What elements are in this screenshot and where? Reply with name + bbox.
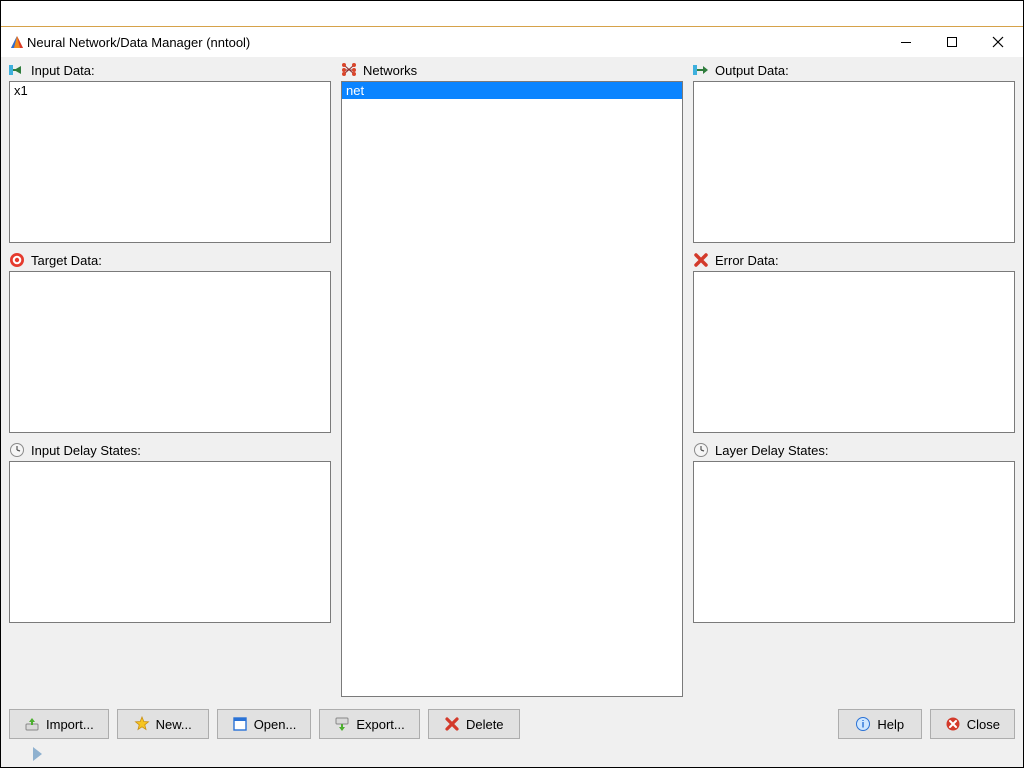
import-button[interactable]: Import... [9, 709, 109, 739]
output-arrow-icon [693, 62, 709, 78]
input-delay-panel: Input Delay States: [9, 441, 331, 623]
decor-separator [1, 1, 1023, 27]
client-area: Input Data: x1 [1, 57, 1023, 767]
error-x-icon [693, 252, 709, 268]
close-button[interactable]: Close [930, 709, 1015, 739]
minimize-button[interactable] [883, 27, 929, 57]
list-item[interactable]: x1 [10, 82, 330, 99]
app-icon [9, 34, 25, 50]
titlebar: Neural Network/Data Manager (nntool) [1, 27, 1023, 57]
networks-panel: Networks net [341, 61, 683, 697]
close-icon [945, 716, 961, 732]
input-data-label: Input Data: [31, 63, 95, 78]
open-button[interactable]: Open... [217, 709, 312, 739]
target-data-panel: Target Data: [9, 251, 331, 433]
export-button[interactable]: Export... [319, 709, 419, 739]
export-icon [334, 716, 350, 732]
export-button-label: Export... [356, 717, 404, 732]
open-button-label: Open... [254, 717, 297, 732]
output-data-label: Output Data: [715, 63, 789, 78]
input-delay-label: Input Delay States: [31, 443, 141, 458]
layer-delay-panel: Layer Delay States: [693, 441, 1015, 623]
clock-icon [9, 442, 25, 458]
help-icon: i [855, 716, 871, 732]
networks-list[interactable]: net [341, 81, 683, 697]
clock-icon [693, 442, 709, 458]
import-button-label: Import... [46, 717, 94, 732]
output-data-list[interactable] [693, 81, 1015, 243]
window-title: Neural Network/Data Manager (nntool) [25, 35, 883, 50]
error-data-panel: Error Data: [693, 251, 1015, 433]
input-data-list[interactable]: x1 [9, 81, 331, 243]
layer-delay-label: Layer Delay States: [715, 443, 828, 458]
new-star-icon [134, 716, 150, 732]
delete-x-icon [444, 716, 460, 732]
output-data-panel: Output Data: [693, 61, 1015, 243]
input-arrow-icon [9, 62, 25, 78]
close-window-button[interactable] [975, 27, 1021, 57]
svg-text:i: i [862, 720, 865, 731]
hint-triangle-icon [33, 747, 42, 761]
layer-delay-list[interactable] [693, 461, 1015, 623]
error-data-label: Error Data: [715, 253, 779, 268]
networks-label: Networks [363, 63, 417, 78]
target-data-label: Target Data: [31, 253, 102, 268]
button-bar: Import... New... Open... [7, 705, 1017, 741]
import-icon [24, 716, 40, 732]
new-button[interactable]: New... [117, 709, 209, 739]
target-data-list[interactable] [9, 271, 331, 433]
target-icon [9, 252, 25, 268]
maximize-button[interactable] [929, 27, 975, 57]
error-data-list[interactable] [693, 271, 1015, 433]
delete-button-label: Delete [466, 717, 504, 732]
new-button-label: New... [156, 717, 192, 732]
close-button-label: Close [967, 717, 1000, 732]
help-button-label: Help [877, 717, 904, 732]
list-item[interactable]: net [342, 82, 682, 99]
delete-button[interactable]: Delete [428, 709, 520, 739]
input-delay-list[interactable] [9, 461, 331, 623]
network-icon [341, 62, 357, 78]
input-data-panel: Input Data: x1 [9, 61, 331, 243]
help-button[interactable]: i Help [838, 709, 922, 739]
open-window-icon [232, 716, 248, 732]
